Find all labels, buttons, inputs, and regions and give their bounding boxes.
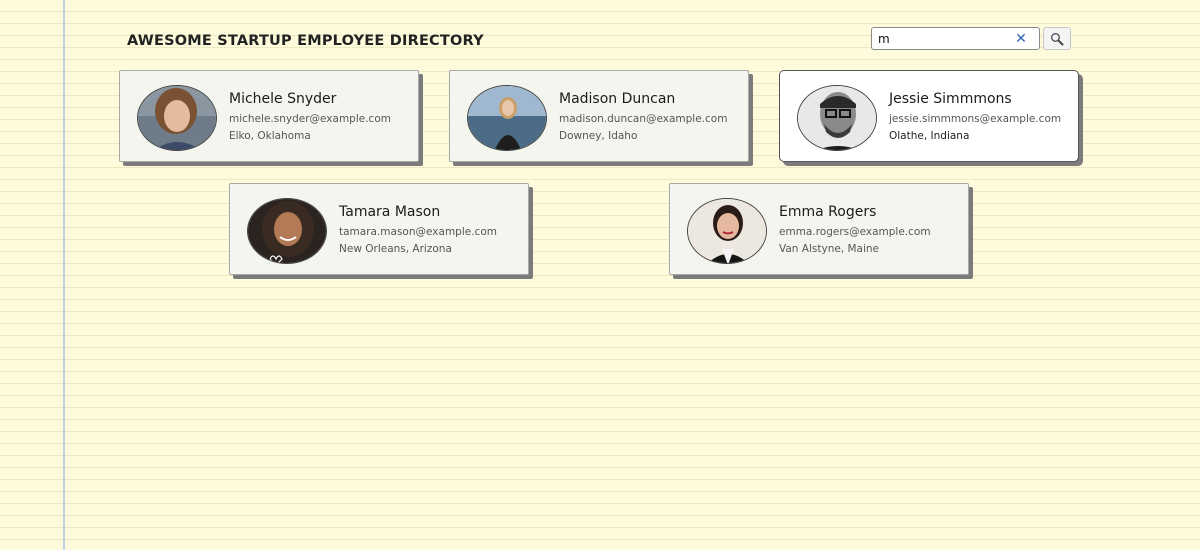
employee-location: Downey, Idaho	[559, 130, 638, 142]
employee-card[interactable]: Madison Duncan madison.duncan@example.co…	[449, 70, 749, 162]
employee-location: Elko, Oklahoma	[229, 130, 311, 142]
avatar	[687, 198, 767, 264]
employee-name: Jessie Simmmons	[889, 91, 1012, 107]
employee-card[interactable]: Tamara Mason tamara.mason@example.com Ne…	[229, 183, 529, 275]
search-input[interactable]	[878, 30, 1010, 48]
avatar	[137, 85, 217, 151]
search-button[interactable]	[1043, 27, 1071, 50]
employee-card[interactable]: Emma Rogers emma.rogers@example.com Van …	[669, 183, 969, 275]
employee-email: jessie.simmmons@example.com	[889, 113, 1062, 125]
employee-location: Olathe, Indiana	[889, 130, 970, 142]
employee-name: Michele Snyder	[229, 91, 337, 107]
employee-email: emma.rogers@example.com	[779, 226, 931, 238]
employee-name: Emma Rogers	[779, 204, 877, 220]
employee-email: madison.duncan@example.com	[559, 113, 728, 125]
employee-location: Van Alstyne, Maine	[779, 243, 880, 255]
search-box: ✕	[871, 27, 1040, 50]
employee-card-selected[interactable]: Jessie Simmmons jessie.simmmons@example.…	[779, 70, 1079, 162]
employee-email: michele.snyder@example.com	[229, 113, 391, 125]
clear-search-icon[interactable]: ✕	[1012, 30, 1030, 48]
employee-name: Tamara Mason	[339, 204, 441, 220]
avatar	[797, 85, 877, 151]
magnifier-icon	[1051, 32, 1064, 45]
avatar	[247, 198, 327, 264]
employee-card[interactable]: Michele Snyder michele.snyder@example.co…	[119, 70, 419, 162]
employee-name: Madison Duncan	[559, 91, 676, 107]
employee-email: tamara.mason@example.com	[339, 226, 497, 238]
notebook-margin-line	[63, 0, 65, 550]
page-title: Awesome Startup Employee Directory	[127, 33, 484, 49]
avatar	[467, 85, 547, 151]
employee-location: New Orleans, Arizona	[339, 243, 452, 255]
